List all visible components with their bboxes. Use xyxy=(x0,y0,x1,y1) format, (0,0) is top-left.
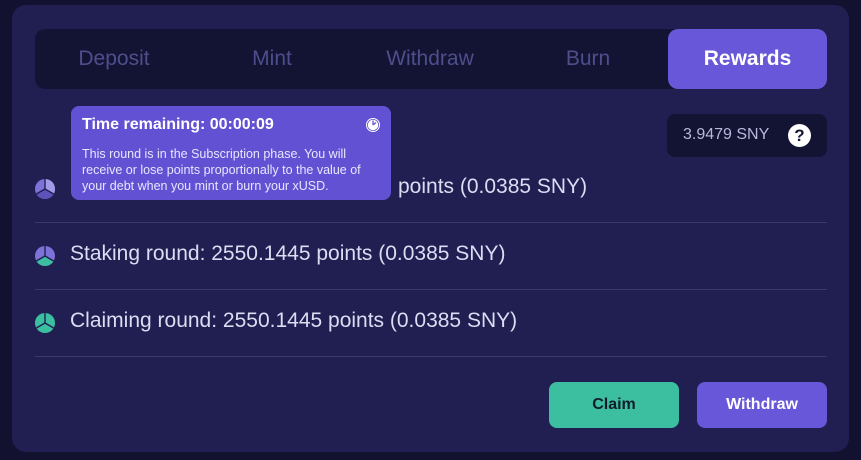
claim-button[interactable]: Claim xyxy=(549,382,679,428)
subscription-round-text: points (0.0385 SNY) xyxy=(398,175,588,198)
staking-round-text: Staking round: 2550.1445 points (0.0385 … xyxy=(70,242,506,265)
withdraw-button[interactable]: Withdraw xyxy=(697,382,827,428)
tab-mint[interactable]: Mint xyxy=(193,29,351,89)
round-pie-icon xyxy=(35,179,55,199)
rewards-panel: Deposit Mint Withdraw Burn Rewards 3.947… xyxy=(12,5,849,452)
round-pie-icon xyxy=(35,246,55,266)
claiming-round-text: Claiming round: 2550.1445 points (0.0385… xyxy=(70,309,518,332)
clock-icon xyxy=(366,118,380,132)
tab-rewards[interactable]: Rewards xyxy=(668,29,827,89)
tooltip-body: This round is in the Subscription phase.… xyxy=(82,147,361,193)
claiming-round-row: Claiming round: 2550.1445 points (0.0385… xyxy=(35,290,827,357)
staking-round-row: Staking round: 2550.1445 points (0.0385 … xyxy=(35,223,827,290)
sny-balance: 3.9479 SNY ? xyxy=(667,114,827,157)
tab-burn[interactable]: Burn xyxy=(509,29,667,89)
tab-withdraw[interactable]: Withdraw xyxy=(351,29,509,89)
tab-deposit[interactable]: Deposit xyxy=(35,29,193,89)
tab-bar: Deposit Mint Withdraw Burn Rewards xyxy=(35,29,827,89)
round-tooltip: Time remaining: 00:00:09 This round is i… xyxy=(71,106,391,200)
balance-value: 3.9479 SNY xyxy=(683,126,770,143)
round-pie-icon xyxy=(35,313,55,333)
tooltip-title: Time remaining: 00:00:09 xyxy=(82,116,274,133)
help-icon[interactable]: ? xyxy=(788,124,811,147)
